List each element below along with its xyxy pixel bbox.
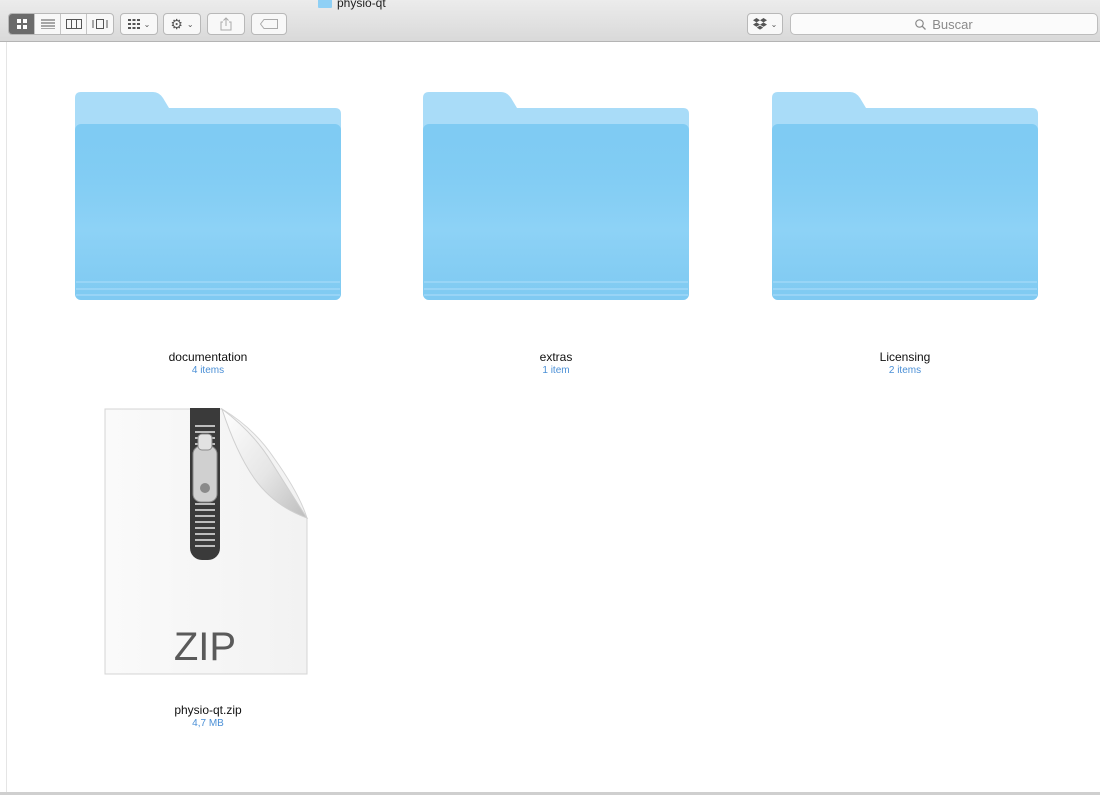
item-name: Licensing — [879, 350, 931, 364]
share-icon — [220, 17, 232, 31]
item-subtitle: 4,7 MB — [192, 718, 224, 729]
folder-icon — [318, 0, 332, 8]
window-title: physio-qt — [318, 0, 386, 10]
view-mode-control — [8, 13, 114, 35]
cover-flow-view-button[interactable] — [87, 14, 113, 34]
dropbox-button[interactable]: ⌄ — [747, 13, 783, 35]
chevron-down-icon: ⌄ — [770, 19, 778, 29]
icon-view-button[interactable] — [9, 14, 35, 34]
gear-icon: ⚙ — [170, 16, 183, 32]
zip-file-icon: ZIP — [104, 408, 309, 675]
folder-icon — [423, 92, 689, 300]
tag-button[interactable] — [251, 13, 287, 35]
dropbox-icon — [752, 18, 767, 30]
item-subtitle: 1 item — [542, 365, 570, 376]
folder-icon — [772, 92, 1038, 300]
item-subtitle: 4 items — [191, 365, 225, 376]
grid-item-physio-qt-zip[interactable]: ZIP physio-qt.zip 4,7 MB — [73, 408, 343, 733]
search-placeholder: Buscar — [932, 16, 973, 32]
toolbar: physio-qt ⌄ ⚙ ⌄ ⌄ Buscar — [0, 0, 1100, 42]
grid-item-documentation[interactable]: documentation 4 items — [73, 90, 343, 380]
item-subtitle: 2 items — [888, 365, 922, 376]
zip-badge-text: ZIP — [174, 625, 236, 669]
chevron-down-icon: ⌄ — [186, 19, 194, 29]
search-field[interactable]: Buscar — [790, 13, 1098, 35]
icon-view-icon — [16, 19, 27, 29]
item-name: documentation — [168, 350, 248, 364]
column-view-icon — [65, 19, 82, 29]
list-view-icon — [40, 19, 55, 29]
item-name: extras — [539, 350, 573, 364]
grid-item-extras[interactable]: extras 1 item — [421, 90, 691, 380]
list-view-button[interactable] — [35, 14, 61, 34]
share-button[interactable] — [207, 13, 245, 35]
chevron-down-icon: ⌄ — [143, 19, 151, 29]
arrange-icon — [127, 19, 140, 29]
cover-flow-view-icon — [92, 19, 108, 29]
search-icon — [915, 18, 927, 30]
arrange-button[interactable]: ⌄ — [120, 13, 158, 35]
tag-icon — [260, 19, 278, 29]
item-name: physio-qt.zip — [174, 703, 242, 717]
window-title-text: physio-qt — [337, 0, 386, 10]
grid-item-licensing[interactable]: Licensing 2 items — [770, 90, 1040, 380]
action-button[interactable]: ⚙ ⌄ — [163, 13, 201, 35]
column-view-button[interactable] — [61, 14, 87, 34]
folder-icon — [75, 92, 341, 300]
